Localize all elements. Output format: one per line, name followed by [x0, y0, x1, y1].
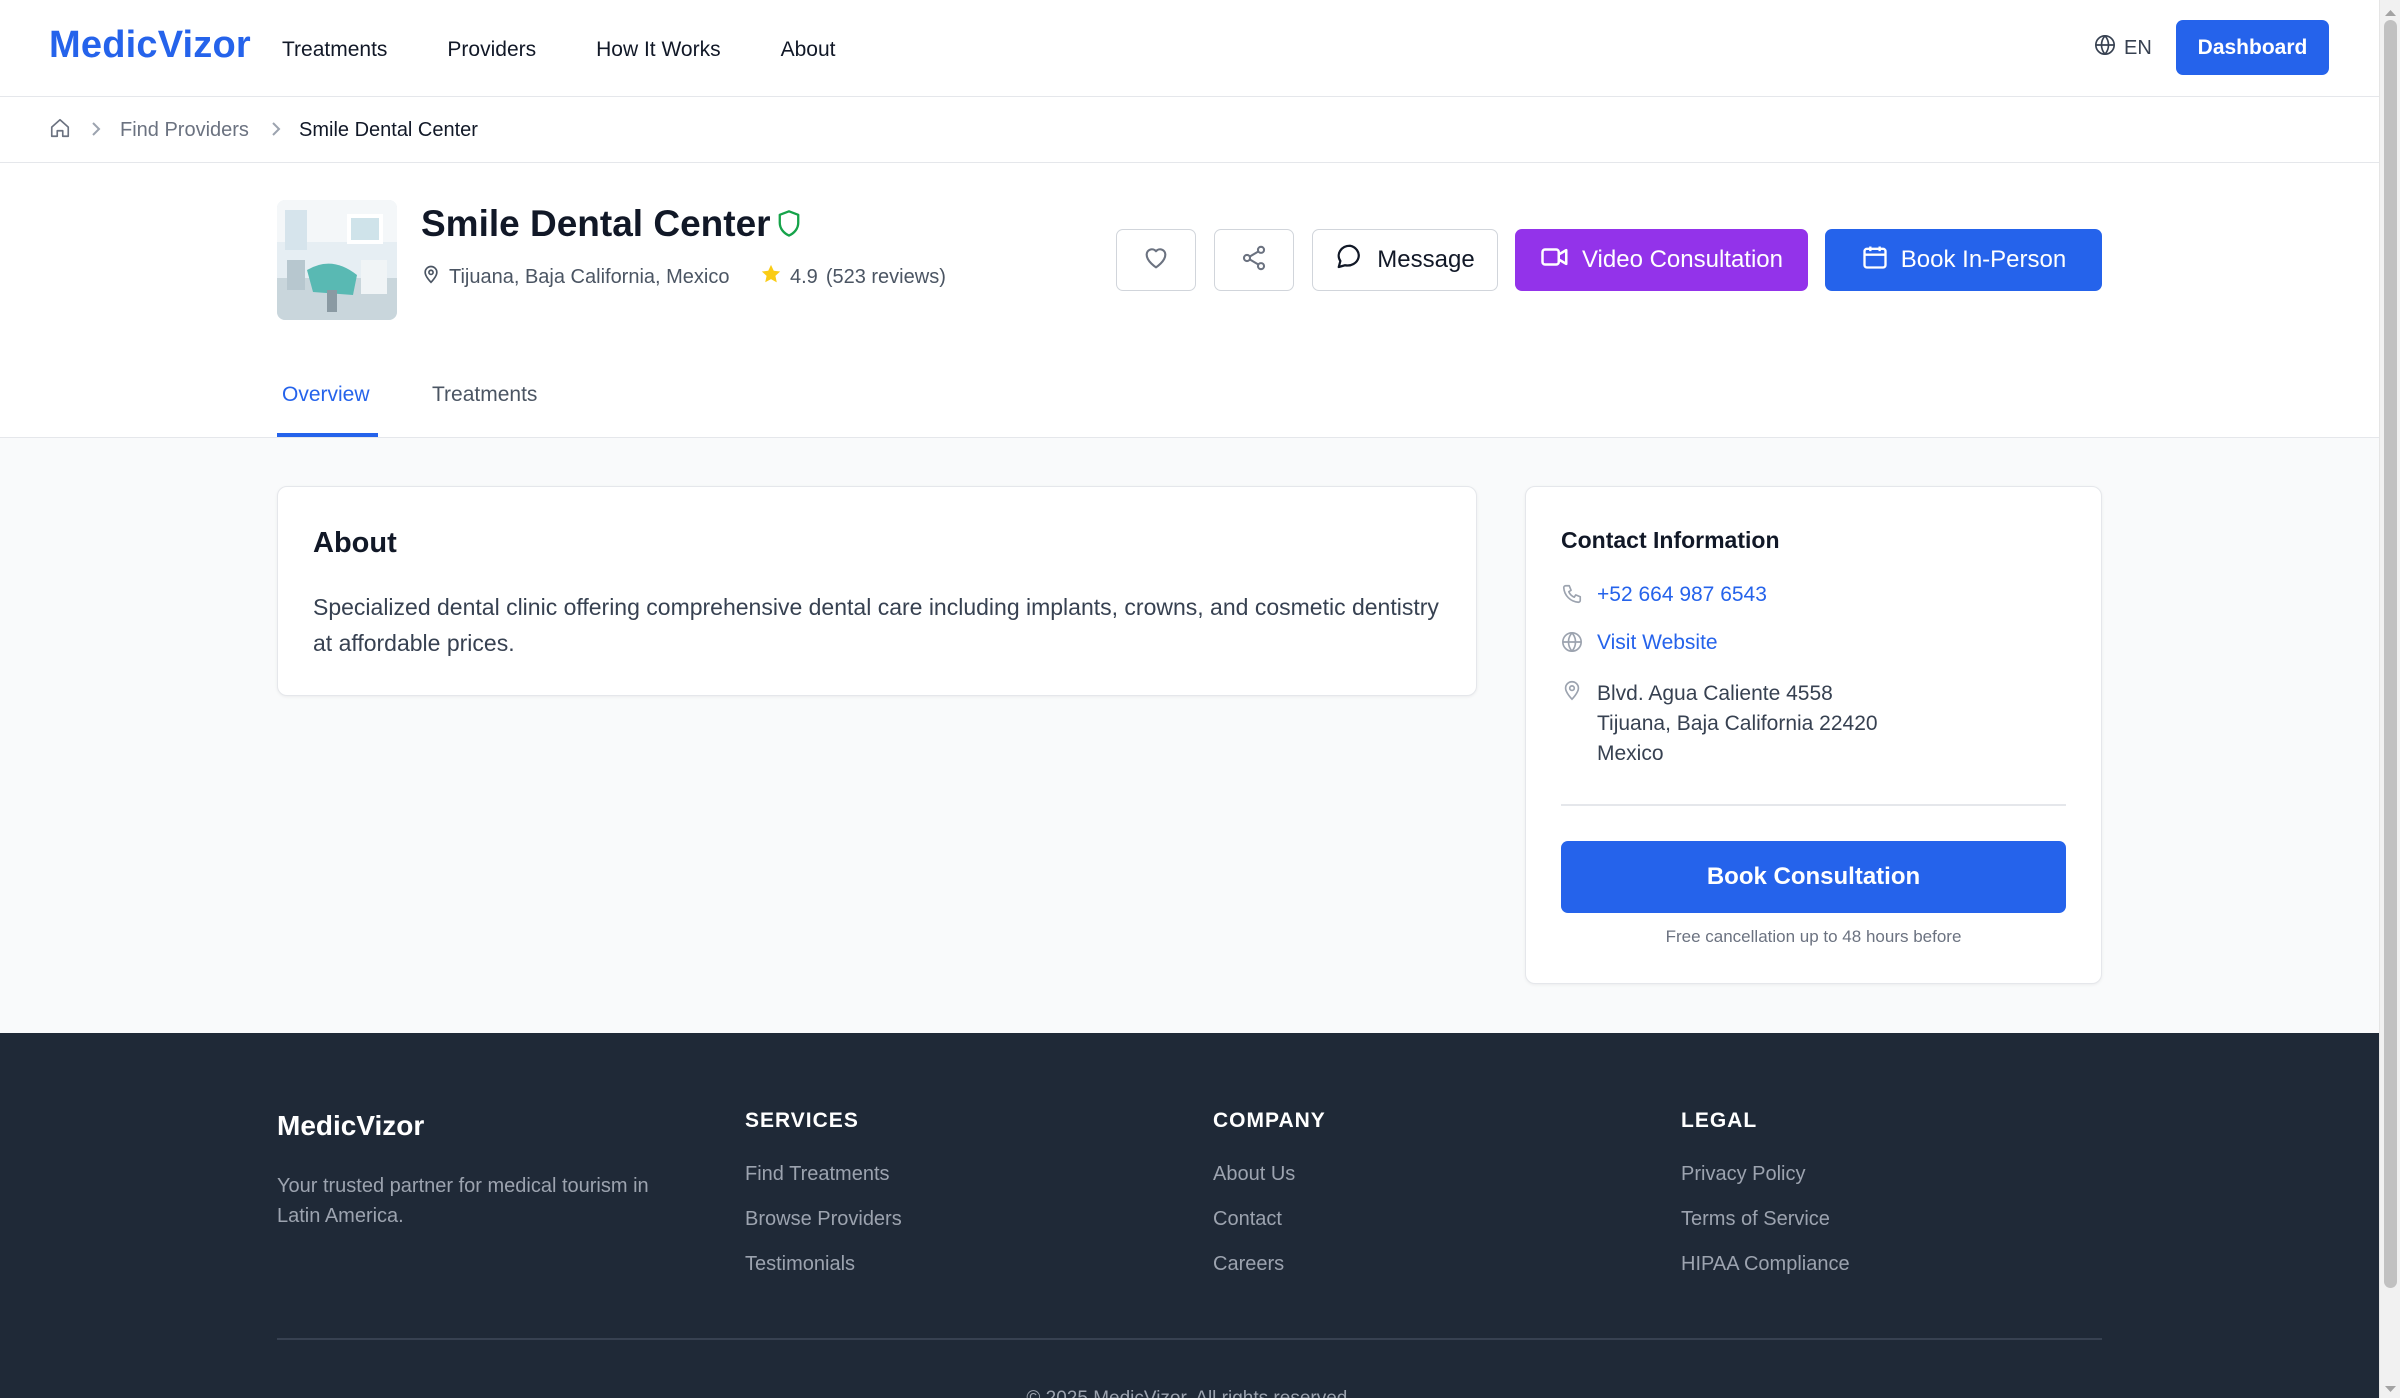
- about-title: About: [313, 527, 397, 559]
- footer: MedicVizor Your trusted partner for medi…: [0, 1033, 2379, 1398]
- footer-link-browse-providers[interactable]: Browse Providers: [745, 1208, 902, 1231]
- tab-overview[interactable]: Overview: [282, 383, 370, 407]
- provider-location: Tijuana, Baja California, Mexico: [421, 263, 730, 291]
- cancellation-note: Free cancellation up to 48 hours before: [1665, 927, 1962, 946]
- video-camera-icon: [1540, 242, 1570, 279]
- about-description: Specialized dental clinic offering compr…: [313, 594, 1439, 656]
- about-card: About Specialized dental clinic offering…: [277, 486, 1477, 696]
- footer-legal-title: LEGAL: [1681, 1109, 1758, 1132]
- logo[interactable]: MedicVizor: [49, 24, 251, 67]
- divider: [1561, 804, 2066, 806]
- provider-header: Smile Dental Center Tijuana, Baja Califo…: [0, 163, 2379, 438]
- verified-shield-icon: [775, 209, 803, 244]
- scrollbar-thumb[interactable]: [2384, 20, 2397, 1288]
- top-navbar: MedicVizor Treatments Providers How It W…: [0, 0, 2379, 97]
- contact-website: Visit Website: [1561, 631, 1718, 659]
- footer-brand: MedicVizor: [277, 1110, 425, 1141]
- footer-services-title: SERVICES: [745, 1109, 859, 1132]
- provider-name: Smile Dental Center: [421, 203, 771, 244]
- star-icon: [760, 263, 782, 291]
- phone-link[interactable]: +52 664 987 6543: [1597, 583, 1767, 607]
- favorite-button[interactable]: [1116, 229, 1196, 291]
- nav-treatments[interactable]: Treatments: [282, 38, 387, 62]
- provider-photo: [277, 200, 397, 320]
- footer-copyright: © 2025 MedicVizor. All rights reserved.: [0, 1388, 2379, 1398]
- globe-icon: [1561, 631, 1583, 659]
- map-pin-icon: [421, 263, 441, 291]
- location-text: Tijuana, Baja California, Mexico: [449, 265, 730, 288]
- language-label: EN: [2124, 36, 2152, 59]
- chat-bubble-icon: [1335, 242, 1365, 279]
- contact-title: Contact Information: [1561, 527, 1780, 553]
- book-in-person-label: Book In-Person: [1900, 246, 2067, 273]
- tab-treatments[interactable]: Treatments: [432, 383, 537, 407]
- provider-rating: 4.9 (523 reviews): [760, 263, 946, 291]
- share-icon: [1240, 244, 1268, 277]
- footer-link-about-us[interactable]: About Us: [1213, 1163, 1326, 1186]
- page: MedicVizor Treatments Providers How It W…: [0, 0, 2379, 1398]
- footer-link-hipaa[interactable]: HIPAA Compliance: [1681, 1253, 1850, 1276]
- message-label: Message: [1377, 246, 1475, 273]
- chevron-right-icon: [268, 119, 284, 144]
- main-nav: Treatments Providers How It Works About: [282, 38, 895, 62]
- scroll-down-arrow-icon[interactable]: [2385, 1380, 2396, 1398]
- footer-services: SERVICES Find Treatments Browse Provider…: [745, 1109, 902, 1298]
- book-in-person-button[interactable]: Book In-Person: [1825, 229, 2102, 291]
- review-count: (523 reviews): [825, 265, 946, 288]
- book-consultation-button[interactable]: Book Consultation: [1561, 841, 2066, 913]
- nav-providers[interactable]: Providers: [447, 38, 536, 62]
- rating-value: 4.9: [790, 265, 818, 288]
- footer-tagline: Your trusted partner for medical tourism…: [277, 1175, 649, 1227]
- message-button[interactable]: Message: [1312, 229, 1498, 291]
- breadcrumb-current: Smile Dental Center: [299, 119, 478, 141]
- address-line-3: Mexico: [1597, 742, 1664, 765]
- footer-link-careers[interactable]: Careers: [1213, 1253, 1326, 1276]
- footer-link-terms[interactable]: Terms of Service: [1681, 1208, 1850, 1231]
- nav-how-it-works[interactable]: How It Works: [596, 38, 720, 62]
- footer-link-testimonials[interactable]: Testimonials: [745, 1253, 902, 1276]
- calendar-icon: [1861, 242, 1889, 279]
- footer-link-find-treatments[interactable]: Find Treatments: [745, 1163, 902, 1186]
- footer-legal: LEGAL Privacy Policy Terms of Service HI…: [1681, 1109, 1850, 1298]
- chevron-right-icon: [88, 119, 104, 144]
- map-pin-icon: [1561, 679, 1583, 707]
- video-consultation-label: Video Consultation: [1581, 246, 1784, 273]
- video-consultation-button[interactable]: Video Consultation: [1515, 229, 1808, 291]
- address-line-1: Blvd. Agua Caliente 4558: [1597, 682, 1833, 705]
- footer-divider: [277, 1338, 2102, 1340]
- contact-phone: +52 664 987 6543: [1561, 583, 1767, 611]
- phone-icon: [1561, 583, 1583, 611]
- address-line-2: Tijuana, Baja California 22420: [1597, 712, 1878, 735]
- footer-company-title: COMPANY: [1213, 1109, 1326, 1132]
- page-scrollbar[interactable]: [2379, 0, 2400, 1398]
- contact-card: Contact Information +52 664 987 6543 Vis…: [1525, 486, 2102, 984]
- breadcrumb: Find Providers Smile Dental Center: [0, 97, 2379, 163]
- share-button[interactable]: [1214, 229, 1294, 291]
- active-tab-indicator: [277, 433, 378, 437]
- website-link[interactable]: Visit Website: [1597, 631, 1718, 655]
- language-selector[interactable]: EN: [2094, 34, 2152, 62]
- breadcrumb-find-providers[interactable]: Find Providers: [120, 119, 249, 142]
- globe-icon: [2094, 34, 2116, 62]
- address-text: Blvd. Agua Caliente 4558 Tijuana, Baja C…: [1597, 679, 1878, 769]
- dashboard-button[interactable]: Dashboard: [2176, 20, 2329, 75]
- home-icon[interactable]: [49, 117, 71, 144]
- footer-link-privacy[interactable]: Privacy Policy: [1681, 1163, 1850, 1186]
- heart-icon: [1142, 244, 1170, 277]
- contact-address: Blvd. Agua Caliente 4558 Tijuana, Baja C…: [1561, 679, 1878, 769]
- footer-link-contact[interactable]: Contact: [1213, 1208, 1326, 1231]
- nav-about[interactable]: About: [781, 38, 836, 62]
- footer-company: COMPANY About Us Contact Careers: [1213, 1109, 1326, 1298]
